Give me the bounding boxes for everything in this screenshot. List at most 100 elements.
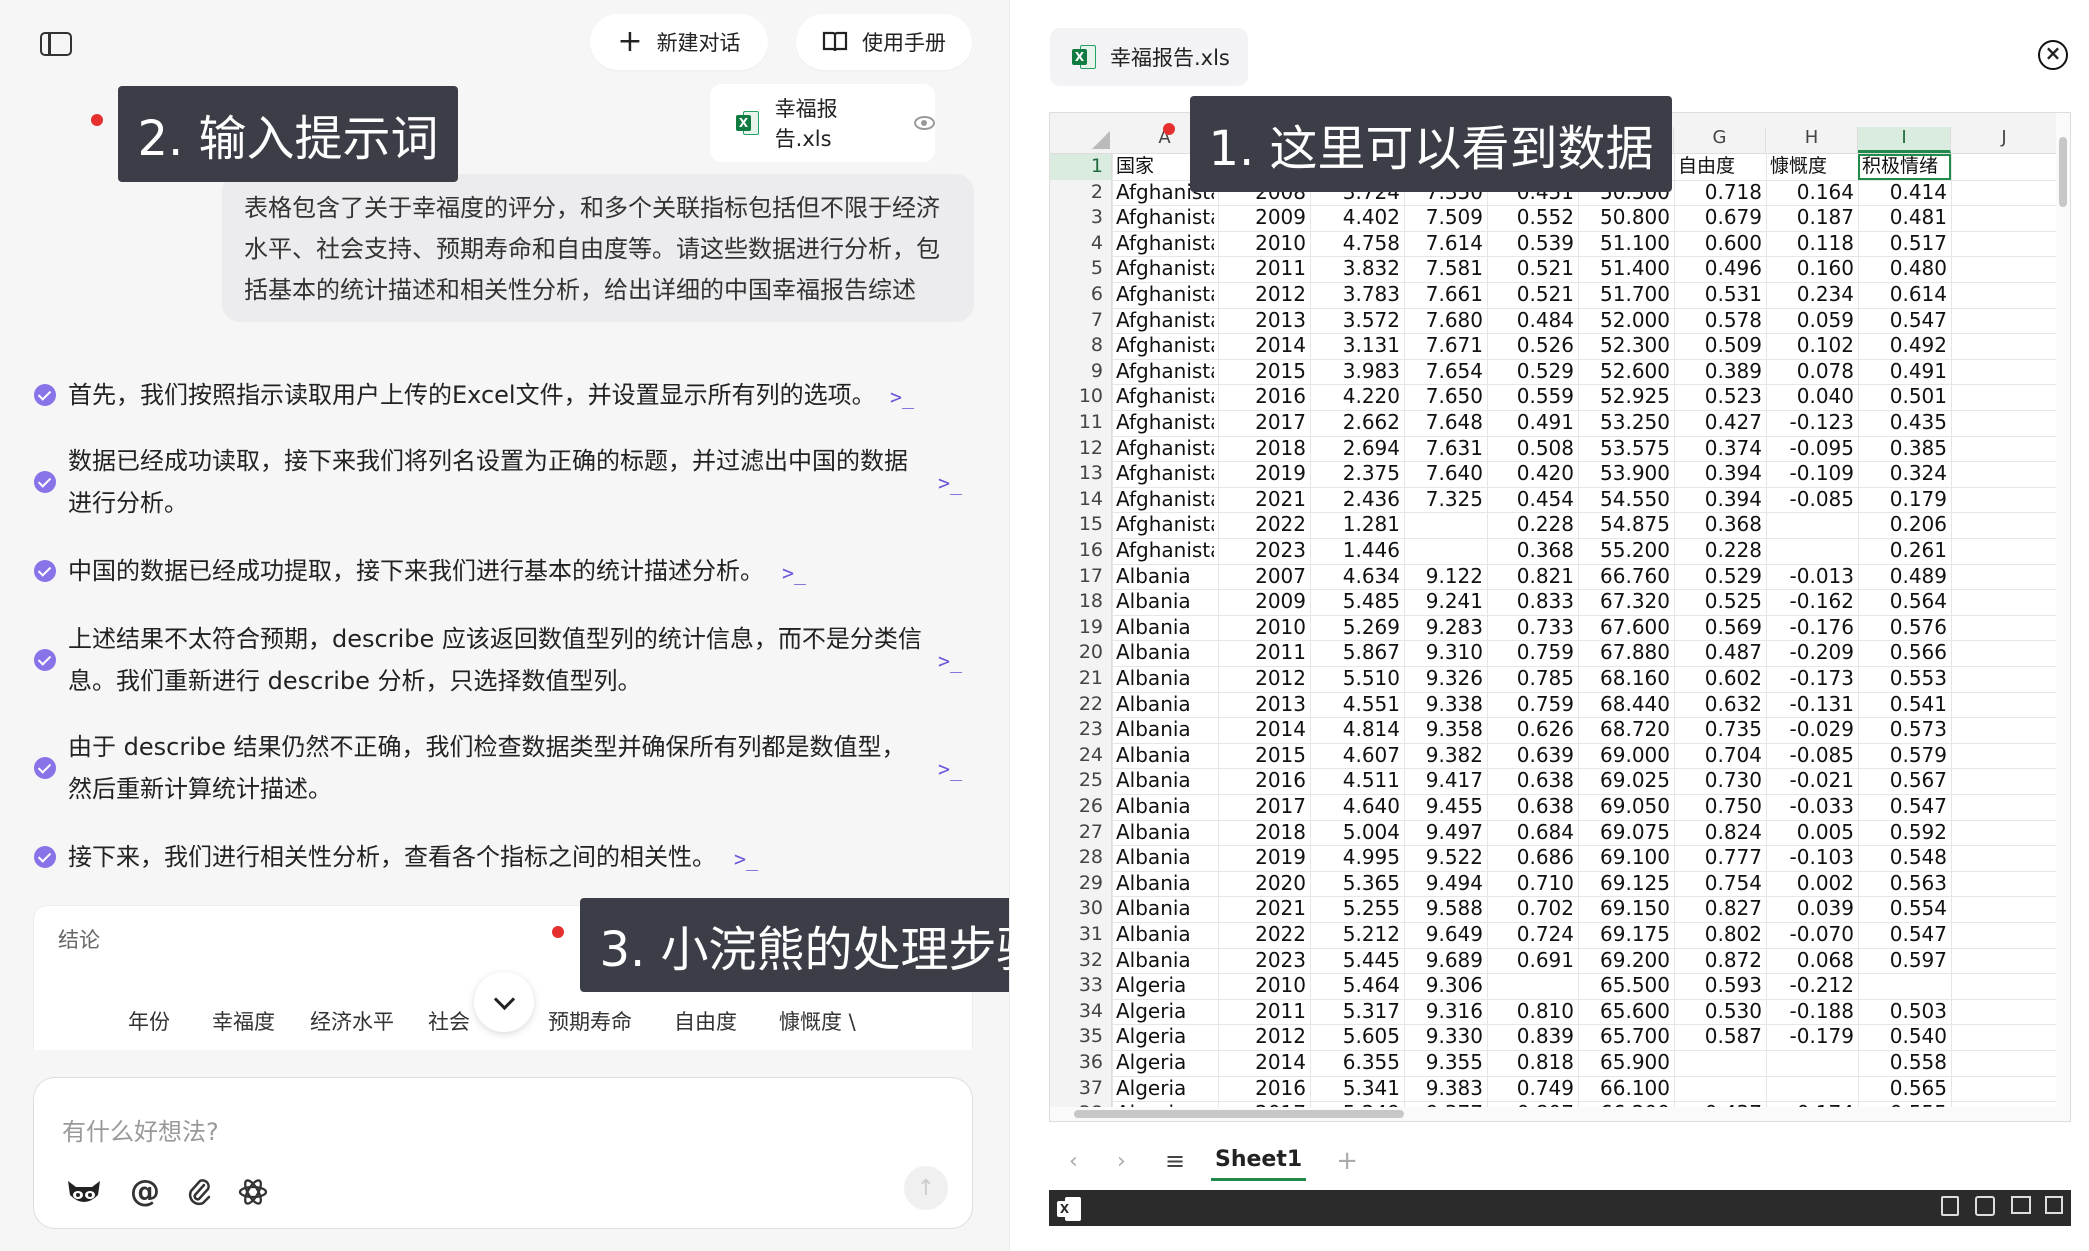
- table-cell[interactable]: -0.033: [1770, 794, 1854, 820]
- row-header[interactable]: 34: [1050, 998, 1112, 1025]
- table-cell[interactable]: 2007: [1222, 564, 1306, 590]
- terminal-icon[interactable]: >_: [938, 748, 962, 790]
- table-cell[interactable]: 0.234: [1770, 282, 1854, 308]
- table-cell[interactable]: 0.759: [1491, 692, 1574, 718]
- table-cell[interactable]: 2013: [1222, 692, 1306, 718]
- table-cell[interactable]: 2010: [1222, 615, 1306, 641]
- column-header-h[interactable]: H: [1766, 127, 1858, 153]
- table-cell[interactable]: Afghanistan: [1116, 359, 1214, 385]
- table-cell[interactable]: 4.634: [1314, 564, 1400, 590]
- row-header[interactable]: 22: [1050, 691, 1112, 718]
- eye-icon[interactable]: [914, 116, 936, 130]
- table-cell[interactable]: Afghanistan: [1116, 333, 1214, 359]
- table-cell[interactable]: 5.317: [1314, 999, 1400, 1025]
- table-cell[interactable]: 53.575: [1582, 436, 1670, 462]
- table-cell[interactable]: 0.733: [1491, 615, 1574, 641]
- table-cell[interactable]: 2.375: [1314, 461, 1400, 487]
- atom-icon[interactable]: [238, 1177, 268, 1207]
- spreadsheet-grid[interactable]: ABCDEFGHIJ 1国家年份幸福度经济水平社会支持预期寿命自由度慷慨度积极情…: [1049, 112, 2071, 1122]
- row-header[interactable]: 36: [1050, 1050, 1112, 1076]
- table-cell[interactable]: 69.050: [1582, 794, 1670, 820]
- table-cell[interactable]: 4.814: [1314, 717, 1400, 743]
- table-cell[interactable]: 0.118: [1770, 231, 1854, 257]
- table-cell[interactable]: 0.509: [1678, 333, 1762, 359]
- table-cell[interactable]: 9.382: [1408, 743, 1483, 769]
- terminal-icon[interactable]: >_: [782, 552, 806, 594]
- table-cell[interactable]: 2010: [1222, 231, 1306, 257]
- table-cell[interactable]: 7.614: [1408, 231, 1483, 257]
- table-cell[interactable]: Algeria: [1116, 1024, 1214, 1050]
- row-header[interactable]: 13: [1050, 461, 1112, 487]
- table-cell[interactable]: 5.004: [1314, 820, 1400, 846]
- table-cell[interactable]: 0.564: [1862, 589, 1947, 615]
- table-cell[interactable]: -0.029: [1770, 717, 1854, 743]
- table-cell[interactable]: 2012: [1222, 666, 1306, 692]
- table-cell[interactable]: -0.188: [1770, 999, 1854, 1025]
- table-cell[interactable]: 9.283: [1408, 615, 1483, 641]
- table-cell[interactable]: 69.200: [1582, 948, 1670, 974]
- table-cell[interactable]: Afghanistan: [1116, 512, 1214, 538]
- table-cell[interactable]: 52.000: [1582, 308, 1670, 334]
- table-cell[interactable]: 0.501: [1862, 384, 1947, 410]
- table-cell[interactable]: 0.179: [1862, 487, 1947, 513]
- table-cell[interactable]: 69.100: [1582, 845, 1670, 871]
- table-cell[interactable]: 2017: [1222, 794, 1306, 820]
- table-cell[interactable]: 0.492: [1862, 333, 1947, 359]
- table-cell[interactable]: 50.800: [1582, 205, 1670, 231]
- next-sheet-icon[interactable]: ›: [1117, 1149, 1165, 1174]
- table-cell[interactable]: 0.592: [1862, 820, 1947, 846]
- row-header[interactable]: 37: [1050, 1075, 1112, 1102]
- column-header-j[interactable]: J: [1951, 127, 2058, 153]
- table-cell[interactable]: 0.810: [1491, 999, 1574, 1025]
- vertical-scrollbar[interactable]: [2056, 113, 2070, 1121]
- row-header[interactable]: 17: [1050, 563, 1112, 590]
- table-cell[interactable]: 65.600: [1582, 999, 1670, 1025]
- table-cell[interactable]: 0.394: [1678, 461, 1762, 487]
- table-cell[interactable]: 0.839: [1491, 1024, 1574, 1050]
- table-cell[interactable]: 0.068: [1770, 948, 1854, 974]
- table-cell[interactable]: 6.355: [1314, 1050, 1400, 1076]
- table-cell[interactable]: 2022: [1222, 922, 1306, 948]
- table-cell[interactable]: 5.365: [1314, 871, 1400, 897]
- table-cell[interactable]: 7.671: [1408, 333, 1483, 359]
- file-tab[interactable]: X 幸福报告.xls: [1050, 28, 1248, 86]
- table-cell[interactable]: 53.250: [1582, 410, 1670, 436]
- raccoon-icon[interactable]: [64, 1175, 104, 1209]
- chat-input-box[interactable]: 有什么好想法? @ ↑: [33, 1077, 973, 1229]
- terminal-icon[interactable]: >_: [938, 462, 962, 504]
- table-cell[interactable]: 3.131: [1314, 333, 1400, 359]
- table-cell[interactable]: 7.648: [1408, 410, 1483, 436]
- table-cell[interactable]: 2009: [1222, 589, 1306, 615]
- prev-sheet-icon[interactable]: ‹: [1069, 1149, 1117, 1174]
- table-cell[interactable]: [1491, 973, 1574, 999]
- table-cell[interactable]: 5.510: [1314, 666, 1400, 692]
- table-cell[interactable]: 9.497: [1408, 820, 1483, 846]
- copy-icon[interactable]: [1941, 1196, 1959, 1216]
- table-cell[interactable]: 9.355: [1408, 1050, 1483, 1076]
- table-cell[interactable]: 5.255: [1314, 896, 1400, 922]
- row-header[interactable]: 24: [1050, 742, 1112, 769]
- table-cell[interactable]: 4.640: [1314, 794, 1400, 820]
- table-cell[interactable]: 2019: [1222, 845, 1306, 871]
- row-header[interactable]: 6: [1050, 282, 1112, 308]
- table-cell[interactable]: [1862, 973, 1947, 999]
- table-cell[interactable]: 7.640: [1408, 461, 1483, 487]
- table-cell[interactable]: 0.517: [1862, 231, 1947, 257]
- table-cell[interactable]: 0.639: [1491, 743, 1574, 769]
- table-cell[interactable]: Algeria: [1116, 1050, 1214, 1076]
- table-cell[interactable]: 69.025: [1582, 768, 1670, 794]
- table-cell[interactable]: 69.125: [1582, 871, 1670, 897]
- row-header[interactable]: 15: [1050, 512, 1112, 538]
- table-cell[interactable]: Albania: [1116, 640, 1214, 666]
- table-cell[interactable]: Afghanistan: [1116, 410, 1214, 436]
- table-cell[interactable]: [1678, 1076, 1762, 1102]
- row-header[interactable]: 28: [1050, 845, 1112, 871]
- table-cell[interactable]: 0.821: [1491, 564, 1574, 590]
- table-cell[interactable]: 0.164: [1770, 180, 1854, 206]
- row-header[interactable]: 23: [1050, 717, 1112, 743]
- table-cell[interactable]: 9.326: [1408, 666, 1483, 692]
- table-cell[interactable]: 0.553: [1862, 666, 1947, 692]
- table-cell[interactable]: 0.503: [1862, 999, 1947, 1025]
- table-cell[interactable]: Afghanistan: [1116, 436, 1214, 462]
- row-header[interactable]: 9: [1050, 358, 1112, 385]
